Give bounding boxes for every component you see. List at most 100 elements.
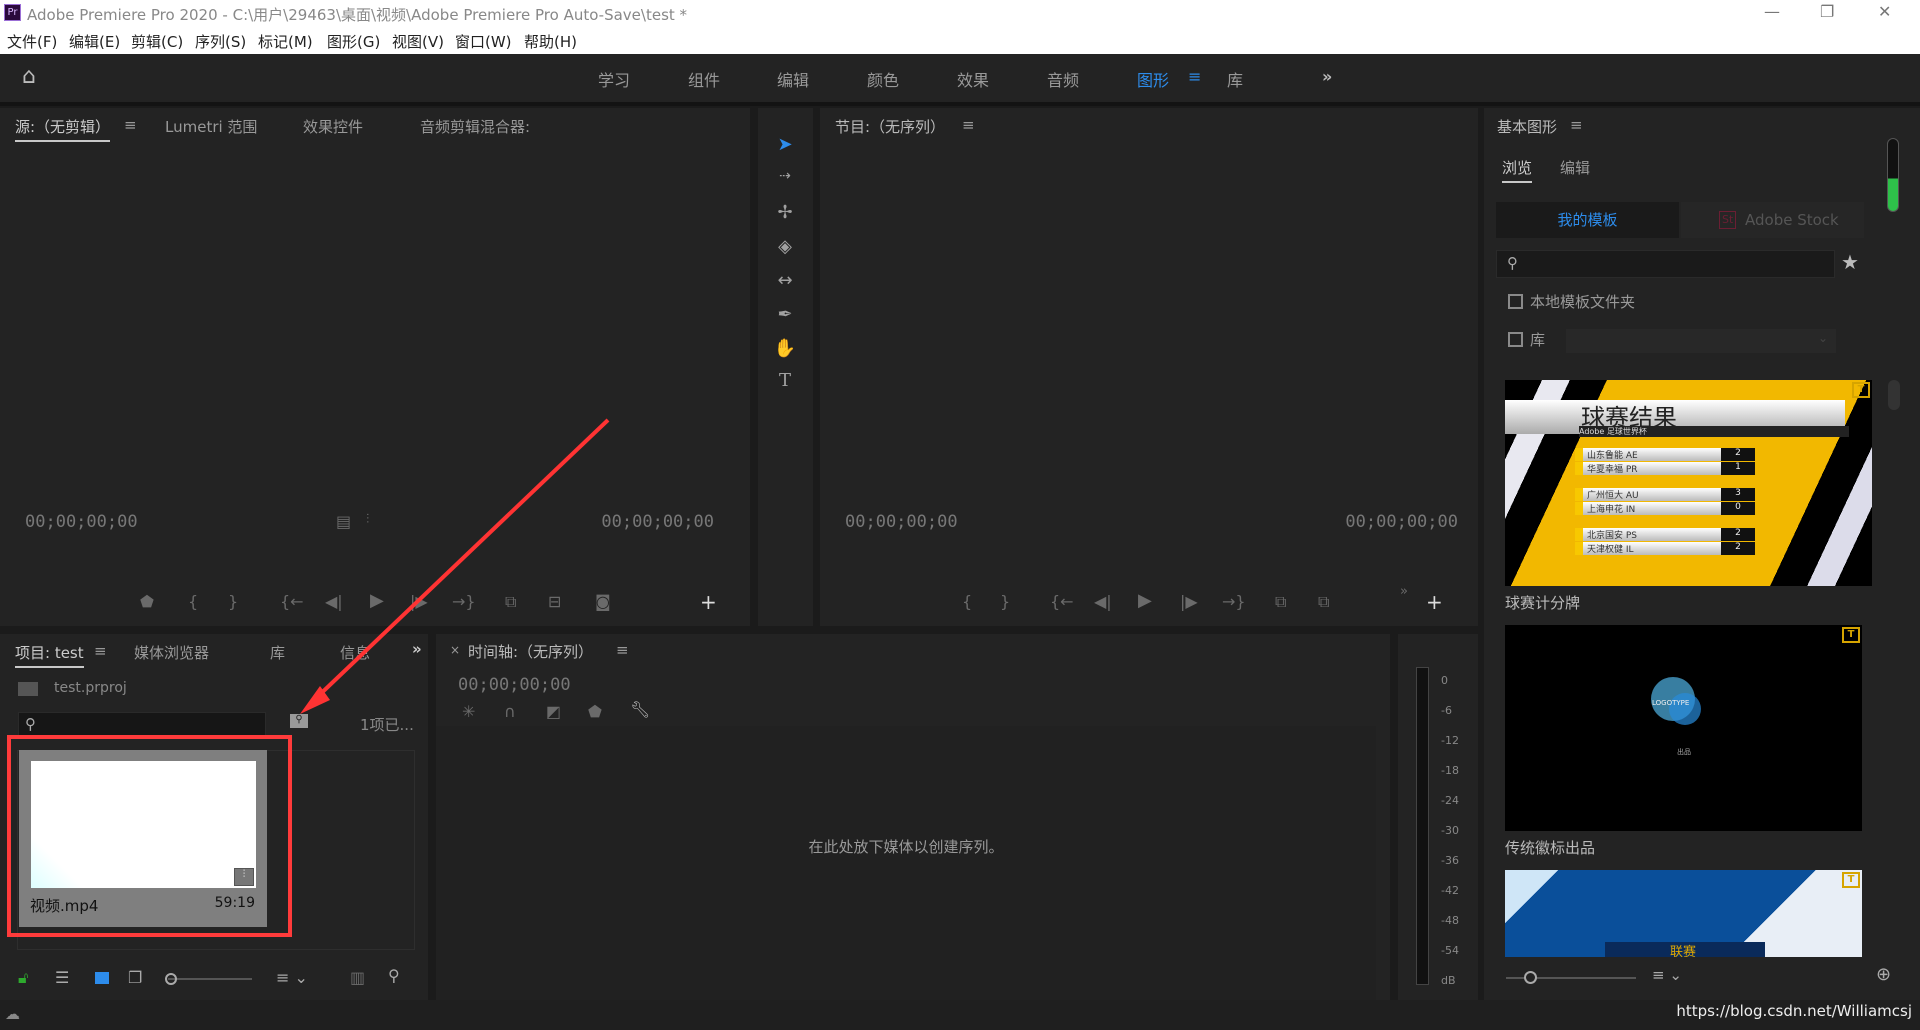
ripple-edit-tool-icon[interactable]: ✢ xyxy=(772,202,798,223)
thumbnail-size-slider[interactable] xyxy=(1506,971,1636,984)
workspace-editing[interactable]: 编辑 xyxy=(777,67,809,91)
go-to-out-icon[interactable]: →} xyxy=(452,592,476,611)
go-to-in-icon[interactable]: {← xyxy=(280,592,304,611)
menu-marker[interactable]: 标记(M) xyxy=(258,31,313,52)
timeline-timecode[interactable]: 00;00;00;00 xyxy=(458,675,571,695)
pen-tool-icon[interactable]: ✒ xyxy=(772,304,798,325)
workspace-assembly[interactable]: 组件 xyxy=(688,67,720,91)
tab-project[interactable]: 项目: test xyxy=(15,642,84,668)
razor-tool-icon[interactable]: ◈ xyxy=(772,236,798,257)
workspace-audio[interactable]: 音频 xyxy=(1047,67,1079,91)
menu-file[interactable]: 文件(F) xyxy=(7,31,57,52)
overwrite-icon[interactable]: ⊟ xyxy=(548,592,561,611)
star-filter-icon[interactable]: ★ xyxy=(1841,250,1859,274)
mark-out-icon[interactable]: } xyxy=(228,592,238,611)
slider-handle[interactable] xyxy=(1524,971,1537,984)
step-back-icon[interactable]: ◀| xyxy=(325,592,343,611)
mark-in-icon[interactable]: { xyxy=(962,592,972,611)
go-to-out-icon[interactable]: →} xyxy=(1222,592,1246,611)
workspace-more-icon[interactable]: » xyxy=(1322,67,1332,86)
list-view-icon[interactable]: ☰ xyxy=(55,968,69,987)
menu-graphics[interactable]: 图形(G) xyxy=(327,31,380,52)
tab-lumetri-scopes[interactable]: Lumetri 范围 xyxy=(165,116,257,137)
tab-audio-clip-mixer[interactable]: 音频剪辑混合器: xyxy=(420,116,530,137)
step-back-icon[interactable]: ◀| xyxy=(1094,592,1112,611)
tab-info[interactable]: 信息 xyxy=(340,642,370,663)
tab-edit[interactable]: 编辑 xyxy=(1560,157,1590,178)
linked-selection-icon[interactable]: ◩ xyxy=(546,702,561,721)
wrench-icon[interactable]: 🔧︎ xyxy=(630,700,650,719)
add-button-icon[interactable]: + xyxy=(1426,590,1443,614)
workspace-color[interactable]: 颜色 xyxy=(867,67,899,91)
workspace-graphics[interactable]: 图形 xyxy=(1137,67,1169,91)
menu-edit[interactable]: 编辑(E) xyxy=(69,31,120,52)
source-timecode-in[interactable]: 00;00;00;00 xyxy=(25,512,138,532)
template-scrollbar[interactable] xyxy=(1888,380,1900,410)
adobe-stock-button[interactable]: St Adobe Stock xyxy=(1681,202,1864,238)
lift-icon[interactable]: ⧉ xyxy=(1275,592,1286,612)
drag-video-icon[interactable]: ▤ xyxy=(336,512,351,531)
freeform-view-icon[interactable]: ❐ xyxy=(128,968,142,987)
graphics-menu-icon[interactable]: ≡ xyxy=(1570,116,1583,134)
source-menu-icon[interactable]: ≡ xyxy=(124,116,137,134)
slider-handle[interactable] xyxy=(165,973,177,985)
snap-icon[interactable]: ∩ xyxy=(504,702,516,721)
mark-in-icon[interactable]: { xyxy=(188,592,198,611)
drag-audio-icon[interactable]: ⫶ xyxy=(366,512,369,527)
program-timecode-in[interactable]: 00;00;00;00 xyxy=(845,512,958,532)
tab-libraries[interactable]: 库 xyxy=(270,642,285,663)
workspace-learn[interactable]: 学习 xyxy=(598,67,630,91)
tab-media-browser[interactable]: 媒体浏览器 xyxy=(134,642,209,663)
close-tab-icon[interactable]: × xyxy=(450,643,460,657)
step-forward-icon[interactable]: |▶ xyxy=(410,592,428,611)
type-tool-icon[interactable]: T xyxy=(772,370,798,391)
program-menu-icon[interactable]: ≡ xyxy=(962,116,975,134)
sort-icon[interactable]: ≡ ⌄ xyxy=(1652,966,1682,984)
tab-timeline[interactable]: 时间轴:（无序列） xyxy=(468,641,593,662)
creative-cloud-icon[interactable]: ☁ xyxy=(5,1005,20,1023)
tab-effect-controls[interactable]: 效果控件 xyxy=(303,116,363,137)
add-marker-icon[interactable]: ⬟ xyxy=(140,592,154,611)
track-select-tool-icon[interactable]: ⇢ xyxy=(772,168,798,184)
close-icon[interactable]: ✕ xyxy=(1878,2,1891,21)
add-button-icon[interactable]: + xyxy=(700,590,717,614)
add-marker-icon[interactable]: ⬟ xyxy=(588,702,602,721)
play-icon[interactable]: ▶ xyxy=(1138,590,1152,611)
find-icon[interactable]: ⚲ xyxy=(388,966,400,985)
selection-tool-icon[interactable]: ➤ xyxy=(772,134,798,155)
workspace-menu-icon[interactable]: ≡ xyxy=(1188,67,1201,86)
menu-window[interactable]: 窗口(W) xyxy=(455,31,512,52)
project-search-input[interactable]: ⚲ xyxy=(18,712,266,737)
hand-tool-icon[interactable]: ✋ xyxy=(772,338,798,359)
tab-browse[interactable]: 浏览 xyxy=(1502,157,1533,183)
more-controls-icon[interactable]: » xyxy=(1400,584,1408,599)
export-frame-icon[interactable]: ◙ xyxy=(595,592,611,611)
menu-help[interactable]: 帮助(H) xyxy=(524,31,577,52)
local-templates-checkbox[interactable] xyxy=(1508,294,1523,309)
drop-area[interactable]: 在此处放下媒体以创建序列。 xyxy=(436,726,1376,1000)
minimize-icon[interactable]: — xyxy=(1764,2,1780,21)
template-league-thumbnail[interactable]: 联赛 T xyxy=(1505,870,1862,957)
library-checkbox[interactable] xyxy=(1508,332,1523,347)
tab-program[interactable]: 节目:（无序列） xyxy=(835,116,945,137)
menu-view[interactable]: 视图(V) xyxy=(392,31,444,52)
template-logo-thumbnail[interactable]: LOGOTYPE 出品 T xyxy=(1505,625,1862,831)
folder-up-icon[interactable] xyxy=(18,682,38,696)
insert-icon[interactable]: ⧉ xyxy=(505,592,516,612)
slip-tool-icon[interactable]: ↔ xyxy=(772,270,798,291)
mark-out-icon[interactable]: } xyxy=(1000,592,1010,611)
automate-icon[interactable]: ▥ xyxy=(350,968,365,987)
restore-icon[interactable]: ❐ xyxy=(1820,2,1834,21)
menu-sequence[interactable]: 序列(S) xyxy=(195,31,246,52)
nest-icon[interactable]: ✳ xyxy=(462,702,475,721)
sort-icon[interactable]: ≡ ⌄ xyxy=(276,968,308,987)
project-menu-icon[interactable]: ≡ xyxy=(94,642,107,660)
extract-icon[interactable]: ⧉ xyxy=(1318,592,1329,612)
my-templates-button[interactable]: 我的模板 xyxy=(1496,202,1679,238)
play-icon[interactable]: ▶ xyxy=(370,590,384,611)
workspace-libraries[interactable]: 库 xyxy=(1227,67,1243,91)
home-icon[interactable]: ⌂ xyxy=(22,64,36,89)
template-scoreboard-thumbnail[interactable]: 球赛结果 Adobe 足球世界杯 山东鲁能 AE 2 华夏幸福 PR 1 广州恒大 AU… xyxy=(1505,380,1872,586)
step-forward-icon[interactable]: |▶ xyxy=(1180,592,1198,611)
icon-view-icon[interactable] xyxy=(95,972,109,984)
